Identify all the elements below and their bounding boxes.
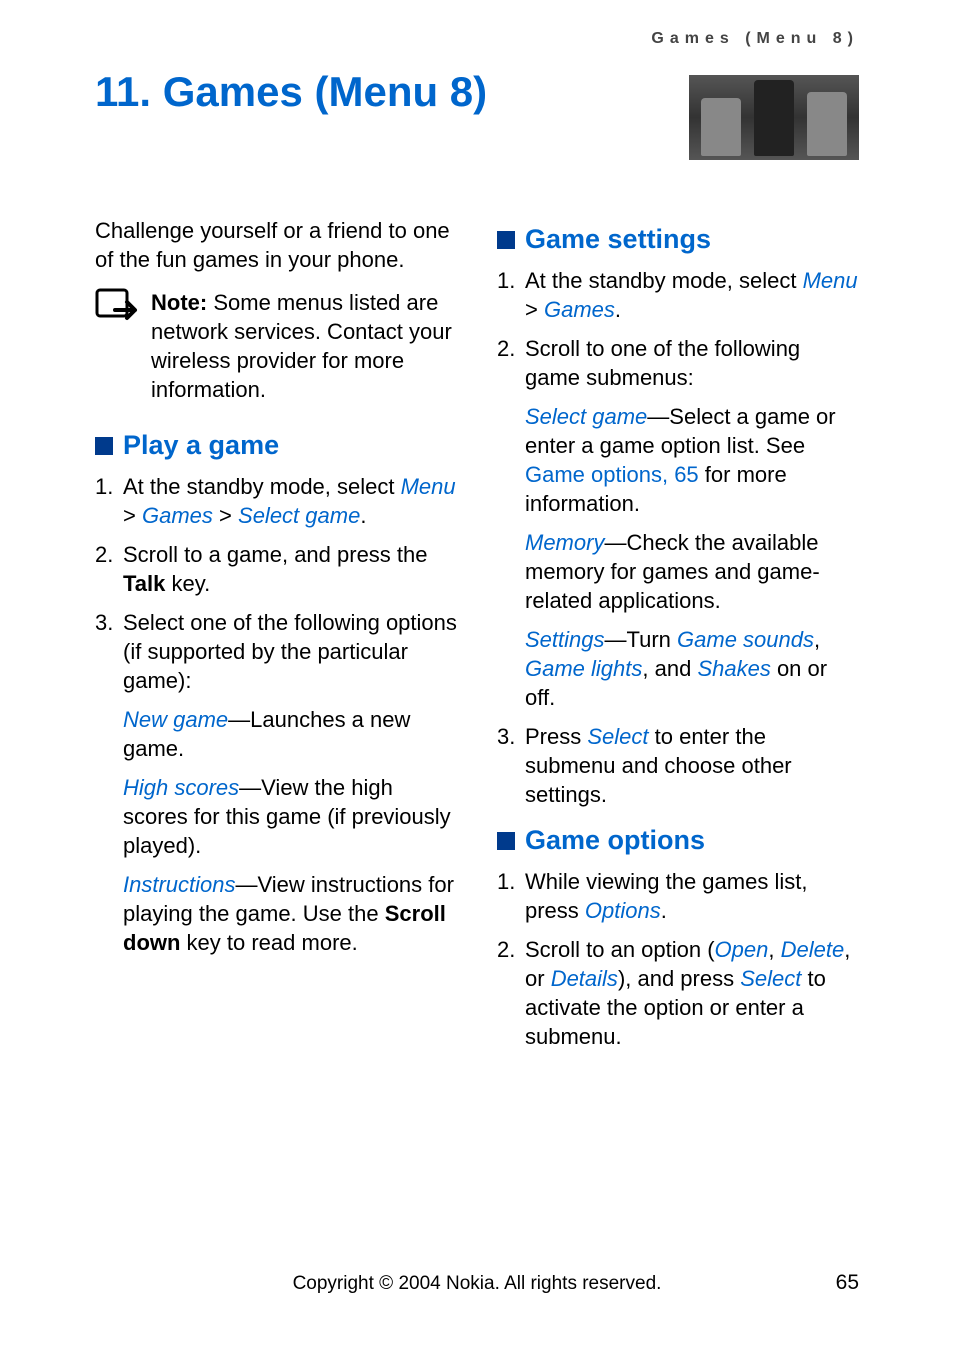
chess-piece-icon [754, 80, 794, 156]
list-item: 1. At the standby mode, select Menu > Ga… [95, 472, 457, 530]
step-number: 2. [497, 334, 525, 363]
step-body: Scroll to a game, and press the Talk key… [123, 540, 457, 598]
list-item: 2. Scroll to a game, and press the Talk … [95, 540, 457, 598]
copyright-footer: Copyright © 2004 Nokia. All rights reser… [0, 1273, 954, 1295]
step-number: 2. [95, 540, 123, 569]
sub-item: New game—Launches a new game. [123, 705, 457, 763]
list-item: 3. Press Select to enter the submenu and… [497, 722, 859, 809]
list-item: 2. Scroll to one of the following game s… [497, 334, 859, 392]
games-illustration [689, 75, 859, 160]
chess-piece-icon [701, 98, 741, 156]
section-title: Game settings [525, 222, 711, 258]
sub-item: Instructions—View instructions for playi… [123, 870, 457, 957]
sub-item: Settings—Turn Game sounds, Game lights, … [525, 625, 859, 712]
page-number: 65 [836, 1271, 859, 1295]
list-item: 3. Select one of the following options (… [95, 608, 457, 695]
list-item: 2. Scroll to an option (Open, Delete, or… [497, 935, 859, 1051]
step-body: At the standby mode, select Menu > Games… [123, 472, 457, 530]
sub-item: High scores—View the high scores for thi… [123, 773, 457, 860]
intro-text: Challenge yourself or a friend to one of… [95, 216, 457, 274]
step-body: Press Select to enter the submenu and ch… [525, 722, 859, 809]
note-label: Note: [151, 290, 207, 315]
note-block: Note: Some menus listed are network serv… [95, 288, 457, 404]
step-body: Scroll to one of the following game subm… [525, 334, 859, 392]
step-body: Select one of the following options (if … [123, 608, 457, 695]
step-number: 1. [497, 867, 525, 896]
step-body: While viewing the games list, press Opti… [525, 867, 859, 925]
step-number: 3. [95, 608, 123, 637]
list-item: 1. At the standby mode, select Menu > Ga… [497, 266, 859, 324]
note-icon [95, 288, 139, 333]
step-body: At the standby mode, select Menu > Games… [525, 266, 859, 324]
step-number: 2. [497, 935, 525, 964]
section-bullet-icon [497, 832, 515, 850]
sub-item: Memory—Check the available memory for ga… [525, 528, 859, 615]
note-text: Note: Some menus listed are network serv… [151, 288, 457, 404]
step-number: 1. [95, 472, 123, 501]
running-header: Games (Menu 8) [95, 30, 859, 48]
section-title: Game options [525, 823, 705, 859]
play-a-game-heading: Play a game [95, 428, 457, 464]
cross-reference-link[interactable]: Game options, 65 [525, 462, 699, 487]
game-options-heading: Game options [497, 823, 859, 859]
section-title: Play a game [123, 428, 279, 464]
step-body: Scroll to an option (Open, Delete, or De… [525, 935, 859, 1051]
sub-item: Select game—Select a game or enter a gam… [525, 402, 859, 518]
step-number: 3. [497, 722, 525, 751]
step-number: 1. [497, 266, 525, 295]
game-settings-heading: Game settings [497, 222, 859, 258]
chess-piece-icon [807, 92, 847, 156]
section-bullet-icon [497, 231, 515, 249]
section-bullet-icon [95, 437, 113, 455]
list-item: 1. While viewing the games list, press O… [497, 867, 859, 925]
